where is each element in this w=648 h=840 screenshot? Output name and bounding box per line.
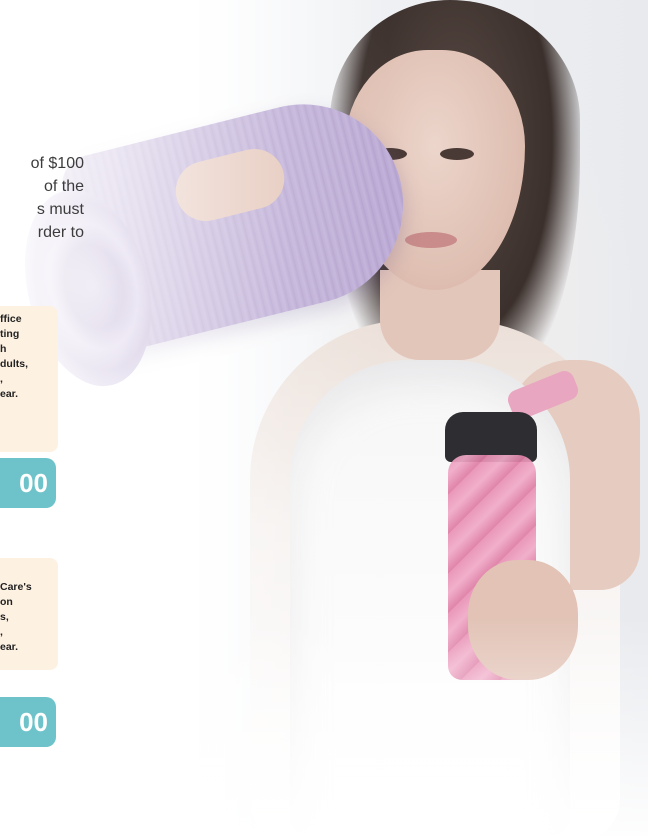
price-button-1[interactable]: 00	[0, 458, 56, 508]
plan-description-card-1: ffice ting h dults, , ear.	[0, 306, 58, 452]
card-line: ,	[0, 373, 3, 385]
plan-description-card-2: Care's on s, , ear.	[0, 558, 58, 670]
hero-photo	[0, 0, 648, 840]
card-line: Care's	[0, 581, 32, 593]
price-button-2[interactable]: 00	[0, 697, 56, 747]
card-line: dults,	[0, 358, 28, 370]
card-line: s,	[0, 611, 9, 623]
intro-line: of $100	[30, 155, 84, 172]
card-line: ting	[0, 328, 20, 340]
intro-line: of the	[43, 178, 84, 195]
card-line: h	[0, 343, 7, 355]
card-line: on	[0, 596, 13, 608]
card-line: ,	[0, 626, 3, 638]
card-line: ffice	[0, 313, 22, 325]
card-line: ear.	[0, 641, 19, 653]
photo-fade-bottom	[0, 616, 648, 836]
intro-line: rder to	[37, 224, 84, 241]
intro-paragraph: of $100 of the s must rder to	[0, 152, 84, 244]
intro-line: s must	[36, 201, 84, 218]
card-line: ear.	[0, 388, 19, 400]
